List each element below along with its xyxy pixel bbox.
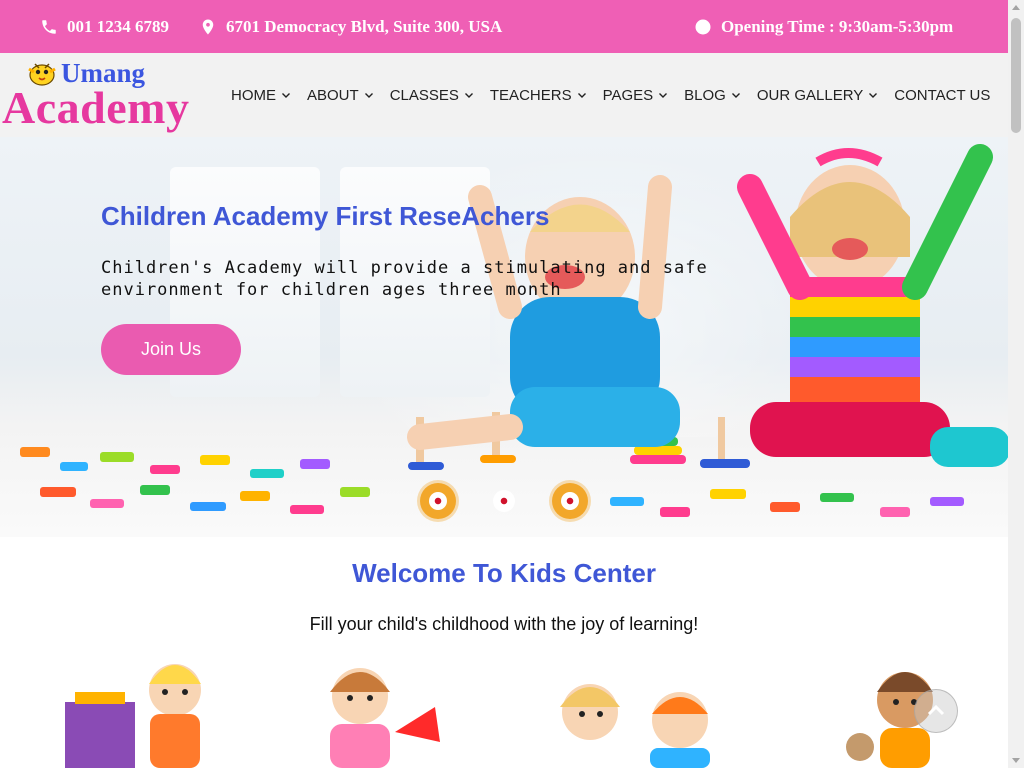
welcome-heading: Welcome To Kids Center — [352, 558, 656, 588]
chevron-down-icon — [869, 93, 878, 98]
scroll-up-arrow[interactable] — [1012, 5, 1020, 10]
nav-contact-us[interactable]: CONTACT US — [894, 87, 990, 104]
slider-dot-1[interactable] — [420, 483, 456, 519]
hero-slider: Children Academy First ReseAchers Childr… — [0, 137, 1008, 537]
nav-our-gallery[interactable]: OUR GALLERY — [757, 87, 878, 104]
address-info: 6701 Democracy Blvd, Suite 300, USA — [199, 0, 502, 53]
arrow-up-icon — [927, 704, 945, 716]
chevron-down-icon — [464, 93, 473, 98]
clock-icon — [695, 19, 711, 34]
page: 001 1234 6789 6701 Democracy Blvd, Suite… — [0, 0, 1024, 768]
slider-dot-2[interactable] — [486, 483, 522, 519]
chevron-down-icon — [282, 93, 290, 98]
top-contact-bar: 001 1234 6789 6701 Democracy Blvd, Suite… — [0, 0, 1008, 53]
phone-info[interactable]: 001 1234 6789 — [40, 0, 169, 53]
vertical-scrollbar[interactable] — [1008, 0, 1024, 768]
kid-building-illustration — [65, 664, 201, 768]
nav-about-label: ABOUT — [307, 86, 359, 104]
nav-teachers-label: TEACHERS — [489, 86, 572, 104]
back-to-top-button[interactable] — [914, 689, 958, 733]
hero-description: Children's Academy will provide a stimul… — [101, 258, 708, 300]
phone-icon — [42, 19, 56, 34]
nav-about[interactable]: ABOUT — [307, 87, 374, 104]
nav-gallery-label: OUR GALLERY — [756, 86, 864, 104]
join-us-button[interactable]: Join Us — [101, 324, 241, 375]
chevron-down-icon — [731, 93, 740, 98]
scrollbar-thumb[interactable] — [1011, 18, 1021, 133]
kids-friends-illustration — [560, 684, 710, 768]
hours-info: Opening Time : 9:30am-5:30pm — [694, 0, 953, 53]
nav-contact-label: CONTACT US — [894, 86, 991, 104]
nav-pages[interactable]: PAGES — [603, 87, 669, 104]
nav-classes-label: CLASSES — [389, 86, 459, 104]
welcome-subtitle: Fill your child's childhood with the joy… — [309, 614, 699, 634]
hours-text: Opening Time : 9:30am-5:30pm — [721, 16, 954, 36]
slider-pagination — [420, 483, 588, 519]
site-header: Umang Academy HOME ABOUT CLASSES TEACHER… — [0, 53, 1008, 137]
nav-teachers[interactable]: TEACHERS — [490, 87, 587, 104]
phone-text: 001 1234 6789 — [67, 16, 169, 36]
hero-title: Children Academy First ReseAchers — [101, 201, 550, 231]
address-text: 6701 Democracy Blvd, Suite 300, USA — [226, 16, 503, 36]
map-marker-icon — [202, 19, 214, 34]
chevron-down-icon — [577, 93, 586, 98]
nav-blog[interactable]: BLOG — [684, 87, 741, 104]
children-playing-illustration — [407, 144, 1008, 467]
scroll-down-arrow[interactable] — [1012, 758, 1020, 763]
nav-blog-label: BLOG — [684, 86, 726, 104]
chevron-down-icon — [659, 93, 668, 98]
kid-cutting-paper-illustration — [330, 668, 440, 768]
nav-pages-label: PAGES — [602, 86, 654, 104]
chevron-down-icon — [364, 93, 373, 98]
site-logo[interactable]: Umang Academy — [0, 53, 215, 137]
main-nav: HOME ABOUT CLASSES TEACHERS PAGES BLOG O… — [231, 53, 990, 137]
logo-line-2: Academy — [2, 82, 190, 133]
slider-dot-3[interactable] — [552, 483, 588, 519]
nav-classes[interactable]: CLASSES — [390, 87, 474, 104]
nav-home[interactable]: HOME — [231, 87, 291, 104]
nav-home-label: HOME — [231, 86, 276, 104]
